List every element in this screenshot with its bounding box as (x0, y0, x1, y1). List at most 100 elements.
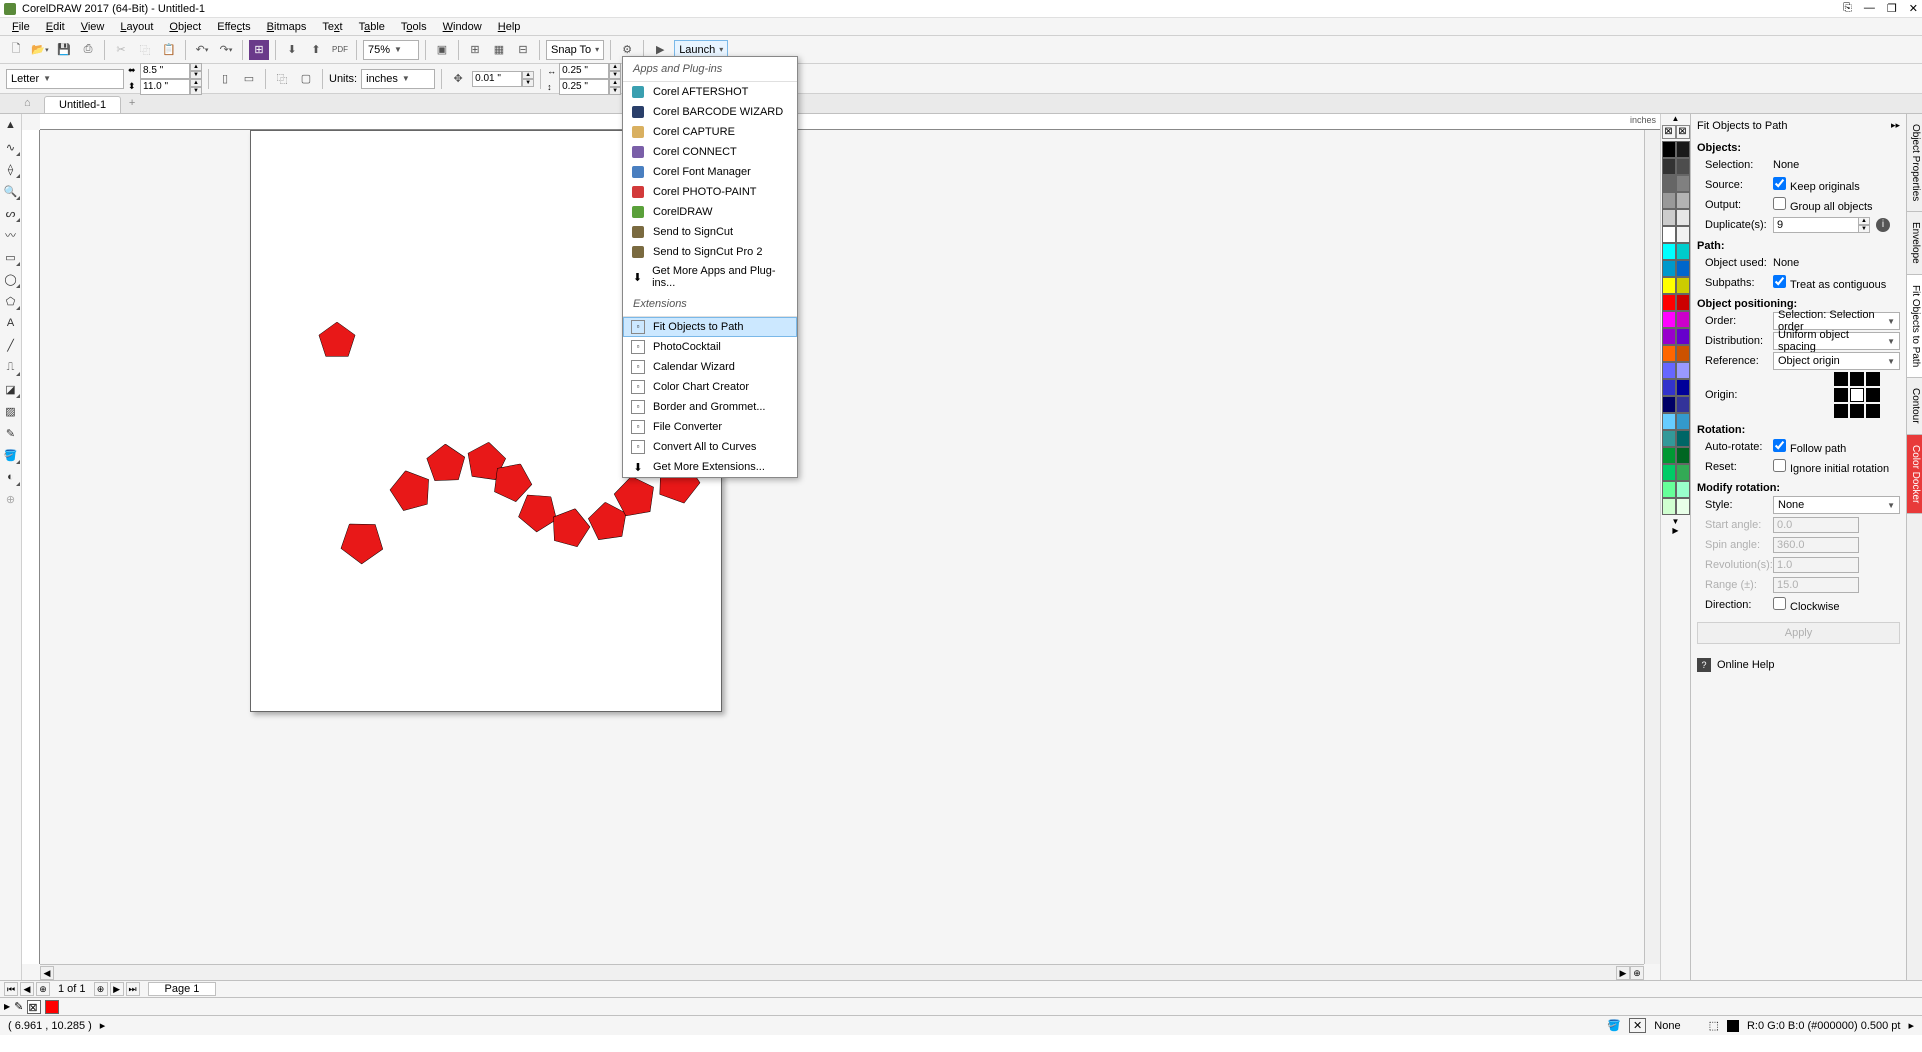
add-page-after-button[interactable]: ⊕ (94, 982, 108, 996)
origin-grid[interactable] (1834, 372, 1880, 418)
zoom-tool[interactable]: 🔍 (2, 182, 20, 200)
fill-tool[interactable]: 🪣 (2, 446, 20, 464)
launch-app-item[interactable]: Corel PHOTO-PAINT (623, 182, 797, 202)
undo-button[interactable]: ↶▾ (192, 40, 212, 60)
color-swatch[interactable] (1676, 447, 1690, 464)
page-width-spin[interactable]: ⬌▲▼ (128, 63, 202, 79)
outline-icon[interactable]: ⬚ (1709, 1019, 1719, 1032)
launch-ext-item[interactable]: ▫Calendar Wizard (623, 357, 797, 377)
next-page-button[interactable]: ▶ (110, 982, 124, 996)
smart-fill-tool[interactable]: ◐ (2, 468, 20, 486)
color-swatch[interactable] (1662, 345, 1676, 362)
dup-x-spin[interactable]: ↔▲▼ (547, 63, 621, 79)
color-swatch[interactable] (1662, 481, 1676, 498)
color-swatch[interactable] (1676, 413, 1690, 430)
color-swatch[interactable] (1676, 430, 1690, 447)
all-pages-button[interactable]: ⿻ (272, 69, 292, 89)
clockwise-check[interactable] (1773, 597, 1786, 610)
shape-tool[interactable]: ∿ (2, 138, 20, 156)
color-swatch[interactable] (1662, 277, 1676, 294)
launch-ext-item[interactable]: ▫Fit Objects to Path (623, 317, 797, 337)
drawing-canvas[interactable] (40, 130, 1644, 964)
add-tool-button[interactable]: ⊕ (2, 490, 20, 508)
minimize-button[interactable]: — (1864, 2, 1875, 15)
color-swatch[interactable] (1662, 175, 1676, 192)
no-fill-swatch[interactable]: ⊠ (1662, 125, 1676, 139)
duplicates-input[interactable] (1773, 217, 1859, 233)
menu-help[interactable]: Help (492, 21, 527, 33)
menu-text[interactable]: Text (316, 21, 348, 33)
color-swatch[interactable] (1676, 277, 1690, 294)
help-icon[interactable]: ? (1697, 658, 1711, 672)
color-swatch[interactable] (1662, 226, 1676, 243)
color-swatch[interactable] (1676, 362, 1690, 379)
maximize-button[interactable]: ❐ (1887, 2, 1897, 15)
menu-file[interactable]: File (6, 21, 36, 33)
menu-edit[interactable]: Edit (40, 21, 71, 33)
cut-button[interactable]: ✂ (111, 40, 131, 60)
color-swatch[interactable] (1662, 209, 1676, 226)
import-button[interactable]: ⬇ (282, 40, 302, 60)
launch-ext-item[interactable]: ▫PhotoCocktail (623, 337, 797, 357)
docker-expand-icon[interactable]: ▸▸ (1891, 120, 1900, 132)
color-swatch[interactable] (1662, 311, 1676, 328)
menu-object[interactable]: Object (163, 21, 207, 33)
dup-y-spin[interactable]: ↕▲▼ (547, 79, 621, 95)
color-swatch[interactable] (1676, 209, 1690, 226)
color-swatch[interactable] (1676, 328, 1690, 345)
palette-up-icon[interactable]: ▲ (1672, 114, 1680, 123)
color-swatch[interactable] (1676, 294, 1690, 311)
save-button[interactable]: 💾 (54, 40, 74, 60)
drop-shadow-tool[interactable]: ◪ (2, 380, 20, 398)
color-swatch[interactable] (1662, 328, 1676, 345)
color-swatch[interactable] (1676, 481, 1690, 498)
color-swatch[interactable] (1676, 243, 1690, 260)
welcome-tab-icon[interactable]: ⌂ (24, 97, 42, 113)
export-button[interactable]: ⬆ (306, 40, 326, 60)
launch-ext-item[interactable]: ▫File Converter (623, 417, 797, 437)
artistic-media-tool[interactable]: 〰 (2, 226, 20, 244)
launch-app-item[interactable]: Corel BARCODE WIZARD (623, 102, 797, 122)
palette-flyout-icon[interactable]: ▶ (1672, 526, 1678, 535)
fullscreen-button[interactable]: ▣ (432, 40, 452, 60)
status-flyout-icon[interactable]: ▸ (100, 1019, 106, 1032)
crop-tool[interactable]: ⟠ (2, 160, 20, 178)
vtab-color-docker[interactable]: Color Docker (1907, 435, 1922, 514)
transparency-tool[interactable]: ▨ (2, 402, 20, 420)
first-page-button[interactable]: ⏮ (4, 982, 18, 996)
color-swatch[interactable] (1676, 175, 1690, 192)
get-more-apps-item[interactable]: ⬇Get More Apps and Plug-ins... (623, 262, 797, 292)
page-height-spin[interactable]: ⬍▲▼ (128, 79, 202, 95)
copy-button[interactable]: ⿻ (135, 40, 155, 60)
launch-ext-item[interactable]: ▫Color Chart Creator (623, 377, 797, 397)
color-swatch[interactable] (1662, 396, 1676, 413)
keep-originals-check[interactable] (1773, 177, 1786, 190)
horizontal-ruler[interactable] (40, 114, 1660, 130)
style-select[interactable]: None▼ (1773, 496, 1900, 514)
launch-app-item[interactable]: Send to SignCut (623, 222, 797, 242)
pick-tool[interactable]: ▲ (2, 116, 20, 134)
parallel-dim-tool[interactable]: ╱ (2, 336, 20, 354)
color-swatch[interactable] (1676, 498, 1690, 515)
current-page-button[interactable]: ▢ (296, 69, 316, 89)
prev-page-button[interactable]: ◀ (20, 982, 34, 996)
color-swatch[interactable] (1662, 260, 1676, 277)
document-tab[interactable]: Untitled-1 (44, 96, 121, 113)
zoom-combo[interactable]: 75%▼ (363, 40, 419, 60)
freehand-tool[interactable]: ᔕ (2, 204, 20, 222)
palette-left-icon[interactable]: ▶ (4, 1002, 10, 1011)
eyedropper-tool[interactable]: ✎ (2, 424, 20, 442)
pentagon-shape[interactable] (425, 443, 466, 484)
help-link-icon[interactable]: ⎘ (1843, 2, 1852, 15)
color-swatch[interactable] (1676, 158, 1690, 175)
polygon-tool[interactable]: ⬠ (2, 292, 20, 310)
status-flyout-2-icon[interactable]: ▸ (1908, 1019, 1914, 1032)
color-swatch[interactable] (1662, 413, 1676, 430)
color-swatch[interactable] (1676, 192, 1690, 209)
menu-effects[interactable]: Effects (211, 21, 256, 33)
red-swatch[interactable] (45, 1000, 59, 1014)
color-swatch[interactable] (1662, 294, 1676, 311)
order-select[interactable]: Selection: Selection order▼ (1773, 312, 1900, 330)
info-icon[interactable]: i (1876, 218, 1890, 232)
show-rulers-button[interactable]: ⊞ (465, 40, 485, 60)
